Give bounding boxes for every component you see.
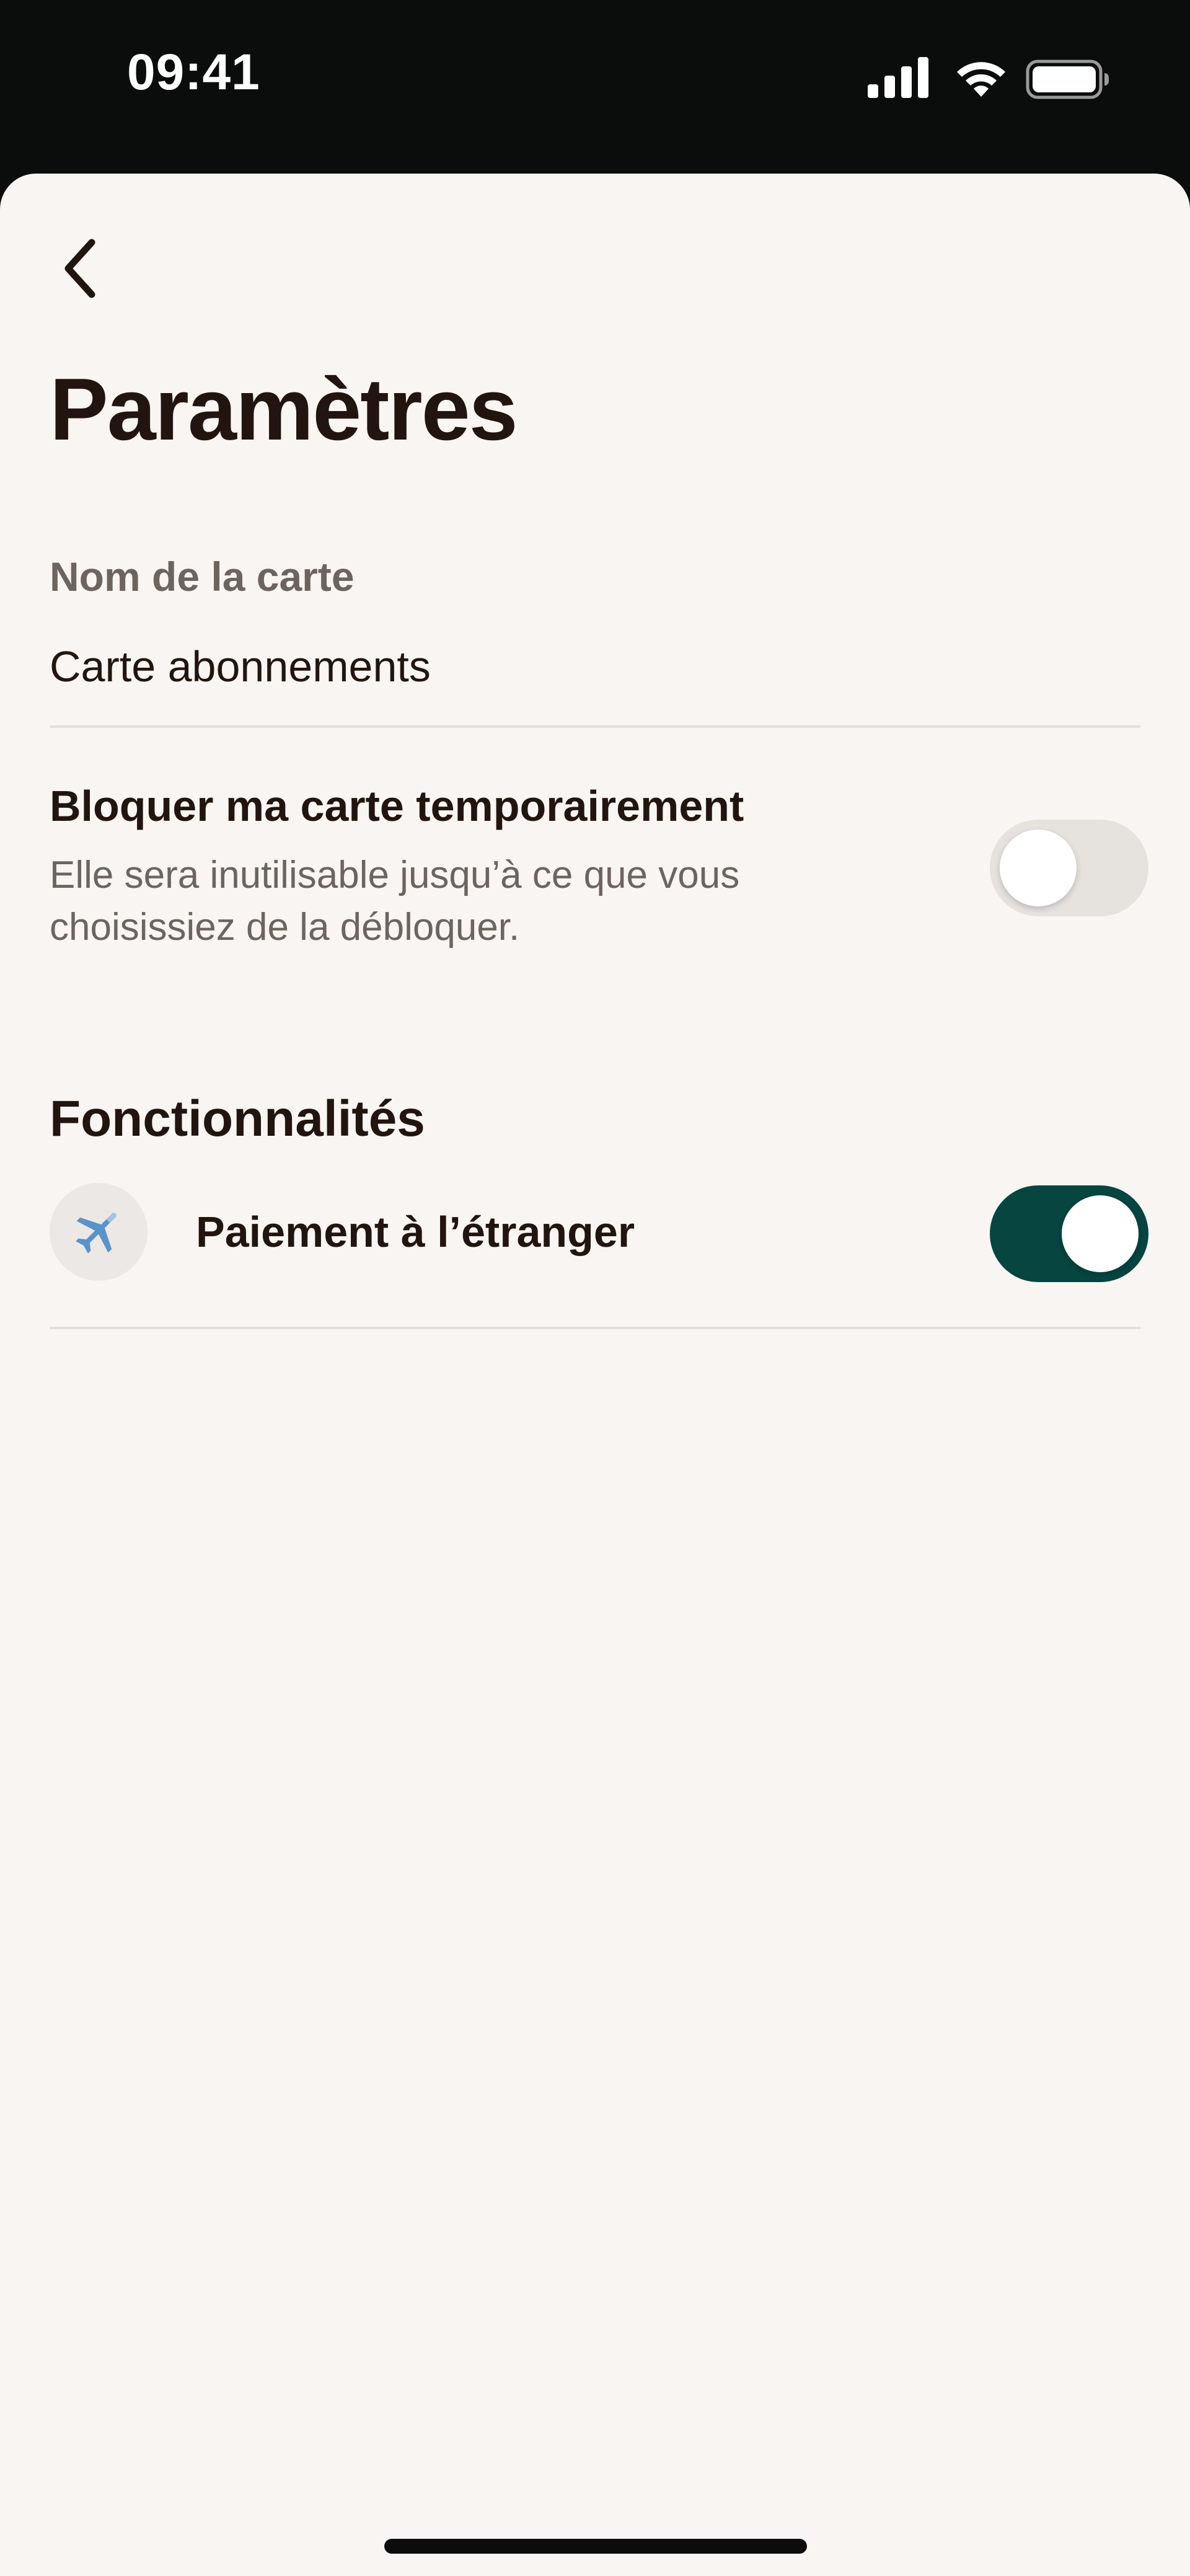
home-indicator <box>384 2539 807 2554</box>
back-button[interactable] <box>56 232 105 307</box>
battery-icon <box>1026 60 1110 102</box>
block-card-description: Elle sera inutilisable jusqu’à ce que vo… <box>50 854 740 949</box>
features-section-title: Fonctionnalités <box>50 1091 425 1147</box>
foreign-payment-toggle[interactable] <box>990 1185 1148 1282</box>
toggle-knob <box>1000 830 1077 906</box>
wifi-icon <box>953 56 1009 101</box>
divider <box>50 725 1140 728</box>
toggle-knob <box>1062 1195 1139 1272</box>
status-time: 09:41 <box>127 44 260 100</box>
page-title: Paramètres <box>50 360 518 459</box>
airplane-icon <box>73 1205 125 1260</box>
card-name-label: Nom de la carte <box>50 554 355 600</box>
card-name-input[interactable] <box>50 635 1140 697</box>
settings-sheet: Paramètres Nom de la carte Bloquer ma ca… <box>0 174 1190 2576</box>
block-card-toggle[interactable] <box>990 820 1148 916</box>
status-bar: 09:41 <box>0 0 1190 174</box>
chevron-left-icon <box>62 237 99 303</box>
cellular-signal-icon <box>868 57 930 101</box>
feature-icon-container <box>50 1183 148 1281</box>
divider <box>50 1327 1140 1329</box>
block-card-title: Bloquer ma carte temporairement <box>50 782 744 830</box>
foreign-payment-label: Paiement à l’étranger <box>196 1208 635 1256</box>
